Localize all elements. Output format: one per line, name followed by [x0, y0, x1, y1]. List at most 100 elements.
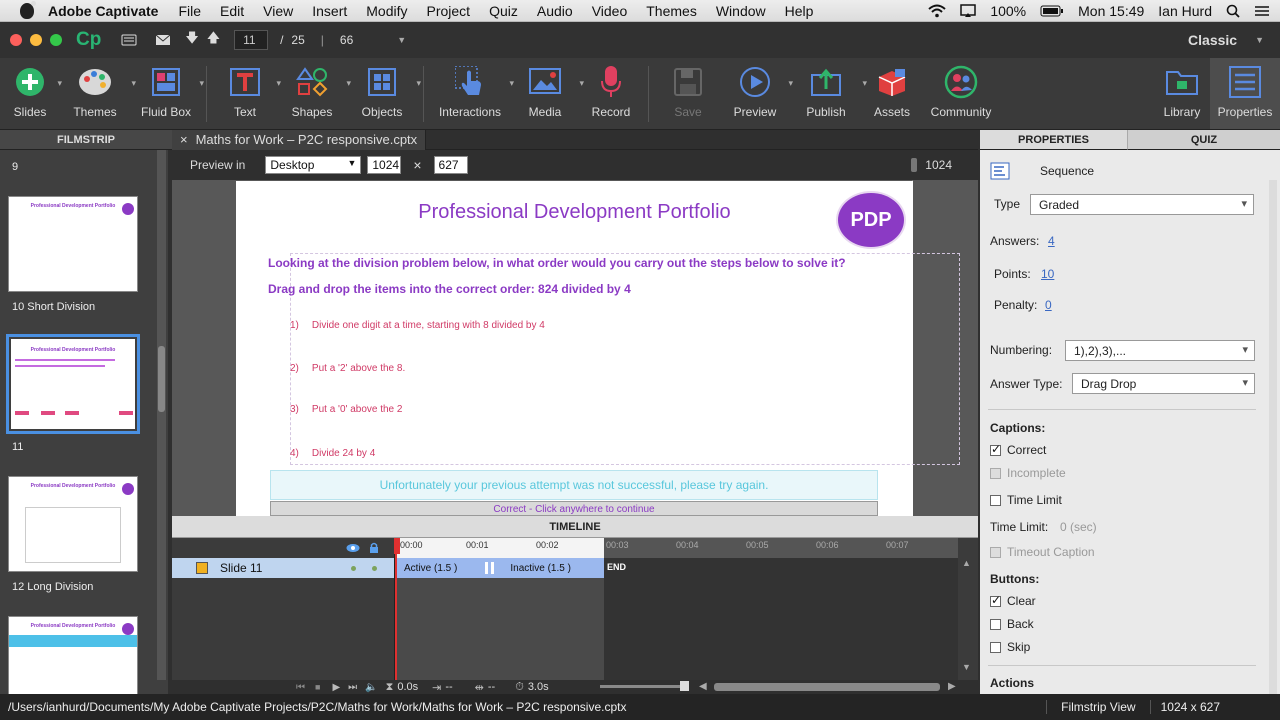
filmstrip-scroll-thumb[interactable] [158, 346, 165, 412]
skip-checkbox[interactable]: Skip [990, 640, 1030, 654]
record-button[interactable]: Record [580, 58, 642, 129]
fluid-box-button[interactable]: ▾ Fluid Box [132, 58, 204, 129]
shapes-button[interactable]: ▾ Shapes [277, 58, 351, 129]
assets-button[interactable]: Assets [863, 58, 921, 129]
tab-quiz[interactable]: QUIZ [1128, 130, 1280, 150]
apple-icon[interactable] [20, 0, 36, 19]
breakpoint-handle[interactable] [911, 158, 918, 172]
time-limit-checkbox[interactable]: Time Limit [990, 493, 1062, 507]
filmstrip-slide-12[interactable]: Professional Development Portfolio [8, 476, 138, 572]
objects-button[interactable]: ▾ Objects [347, 58, 421, 129]
battery-icon[interactable] [1040, 5, 1064, 17]
filmstrip-slide-11-selected[interactable]: Professional Development Portfolio [6, 334, 140, 434]
preview-button[interactable]: ▾ Preview [721, 58, 793, 129]
zoom-slider[interactable] [600, 681, 689, 691]
penalty-value[interactable]: 0 [1045, 298, 1052, 312]
themes-button[interactable]: ▾ Themes [58, 58, 136, 129]
filmstrip-slide-10[interactable]: Professional Development Portfolio [8, 196, 138, 292]
media-button[interactable]: ▾ Media [510, 58, 584, 129]
wifi-icon[interactable] [928, 4, 946, 18]
zoom-slider-thumb[interactable] [680, 681, 689, 691]
numbering-select[interactable]: 1),2),3),... [1065, 340, 1255, 361]
menu-window[interactable]: Window [716, 3, 766, 19]
spotlight-search-icon[interactable] [1226, 4, 1240, 18]
menu-edit[interactable]: Edit [220, 3, 244, 19]
tab-properties[interactable]: PROPERTIES [980, 130, 1128, 150]
workspace-dropdown-icon[interactable]: ▼ [1255, 35, 1264, 45]
app-menu[interactable]: Adobe Captivate [48, 3, 158, 19]
instruction-text[interactable]: Drag and drop the items into the correct… [268, 282, 631, 296]
display-mirror-icon[interactable] [960, 3, 977, 18]
step-2[interactable]: 2) Put a '2' above the 8. [290, 363, 405, 374]
clear-checkbox[interactable]: Clear [990, 593, 1036, 608]
step-3[interactable]: 3) Put a '0' above the 2 [290, 404, 402, 415]
notification-center-icon[interactable] [1254, 5, 1270, 17]
zoom-dropdown-icon[interactable]: ▼ [397, 35, 406, 45]
interactions-button[interactable]: ▾ Interactions [430, 58, 514, 129]
eye-icon[interactable] [346, 543, 360, 553]
question-text[interactable]: Looking at the division problem below, i… [268, 256, 846, 270]
next-slide-down-icon[interactable]: 🡇 [185, 29, 198, 51]
prev-slide-up-icon[interactable]: 🡅 [207, 29, 220, 51]
timeout-caption-checkbox[interactable]: Timeout Caption [990, 545, 1095, 559]
keyboard-icon[interactable] [121, 33, 137, 47]
mail-icon[interactable] [155, 34, 171, 46]
view-mode[interactable]: Filmstrip View [1046, 700, 1149, 714]
preview-height-input[interactable]: 627 [433, 156, 468, 174]
lock-icon[interactable] [369, 542, 379, 554]
menu-modify[interactable]: Modify [366, 3, 407, 19]
menu-file[interactable]: File [178, 3, 201, 19]
rewind-icon[interactable]: ⏮ [296, 682, 305, 693]
correct-caption[interactable]: Correct - Click anywhere to continue [270, 501, 878, 516]
incomplete-checkbox[interactable]: Incomplete [990, 466, 1066, 480]
timeline-slide-bar[interactable]: Active (1.5 ) Inactive (1.5 ) [395, 558, 604, 578]
pdp-logo[interactable]: PDP [838, 193, 904, 247]
library-button[interactable]: Library [1154, 58, 1210, 129]
audio-icon[interactable]: 🔈 [365, 682, 377, 693]
correct-checkbox[interactable]: Correct [990, 442, 1046, 457]
properties-toggle-button[interactable]: Properties [1210, 58, 1280, 129]
menu-video[interactable]: Video [592, 3, 628, 19]
back-checkbox[interactable]: Back [990, 617, 1034, 631]
timeline-row-slide-11[interactable]: Slide 11 [172, 558, 394, 578]
menu-themes[interactable]: Themes [646, 3, 697, 19]
window-close-button[interactable] [10, 34, 22, 46]
play-icon[interactable]: ▶ [332, 682, 340, 693]
current-slide-input[interactable]: 11 [234, 30, 269, 50]
menu-view[interactable]: View [263, 3, 293, 19]
close-tab-icon[interactable]: × [180, 132, 188, 147]
timeline-hscroll-thumb[interactable] [714, 683, 940, 691]
lock-dot[interactable] [372, 565, 377, 571]
menu-audio[interactable]: Audio [537, 3, 573, 19]
slide-title[interactable]: Professional Development Portfolio [236, 201, 913, 224]
playhead-handle[interactable] [394, 538, 400, 554]
step-1[interactable]: 1) Divide one digit at a time, starting w… [290, 320, 545, 331]
publish-button[interactable]: ▾ Publish [789, 58, 867, 129]
properties-scrollbar[interactable] [1269, 180, 1277, 694]
community-button[interactable]: Community [921, 58, 1001, 129]
slides-button[interactable]: ▾ Slides [2, 58, 62, 129]
step-4[interactable]: 4) Divide 24 by 4 [290, 448, 375, 459]
menu-insert[interactable]: Insert [312, 3, 347, 19]
answers-value[interactable]: 4 [1048, 234, 1055, 248]
device-select[interactable]: Desktop ▼ [265, 156, 362, 174]
user-name[interactable]: Ian Hurd [1158, 3, 1212, 19]
pause-marker-icon[interactable] [485, 562, 495, 574]
points-value[interactable]: 10 [1041, 267, 1054, 281]
clock[interactable]: Mon 15:49 [1078, 3, 1144, 19]
fast-forward-icon[interactable]: ⏭ [348, 682, 357, 693]
filmstrip-scrollbar[interactable] [157, 150, 166, 680]
visibility-dot[interactable] [351, 565, 356, 571]
menu-quiz[interactable]: Quiz [489, 3, 518, 19]
answer-type-select[interactable]: Drag Drop [1072, 373, 1255, 394]
preview-width-input[interactable]: 1024 [367, 156, 402, 174]
save-button[interactable]: Save [655, 58, 721, 129]
window-zoom-button[interactable] [50, 34, 62, 46]
playhead[interactable] [395, 538, 397, 680]
time-limit-value[interactable]: 0 (sec) [1060, 520, 1097, 534]
text-button[interactable]: ▾ Text [213, 58, 281, 129]
type-select[interactable]: Graded [1030, 194, 1254, 215]
failure-caption[interactable]: Unfortunately your previous attempt was … [270, 470, 878, 500]
menu-project[interactable]: Project [427, 3, 471, 19]
scroll-up-icon[interactable]: ▲ [962, 558, 971, 568]
